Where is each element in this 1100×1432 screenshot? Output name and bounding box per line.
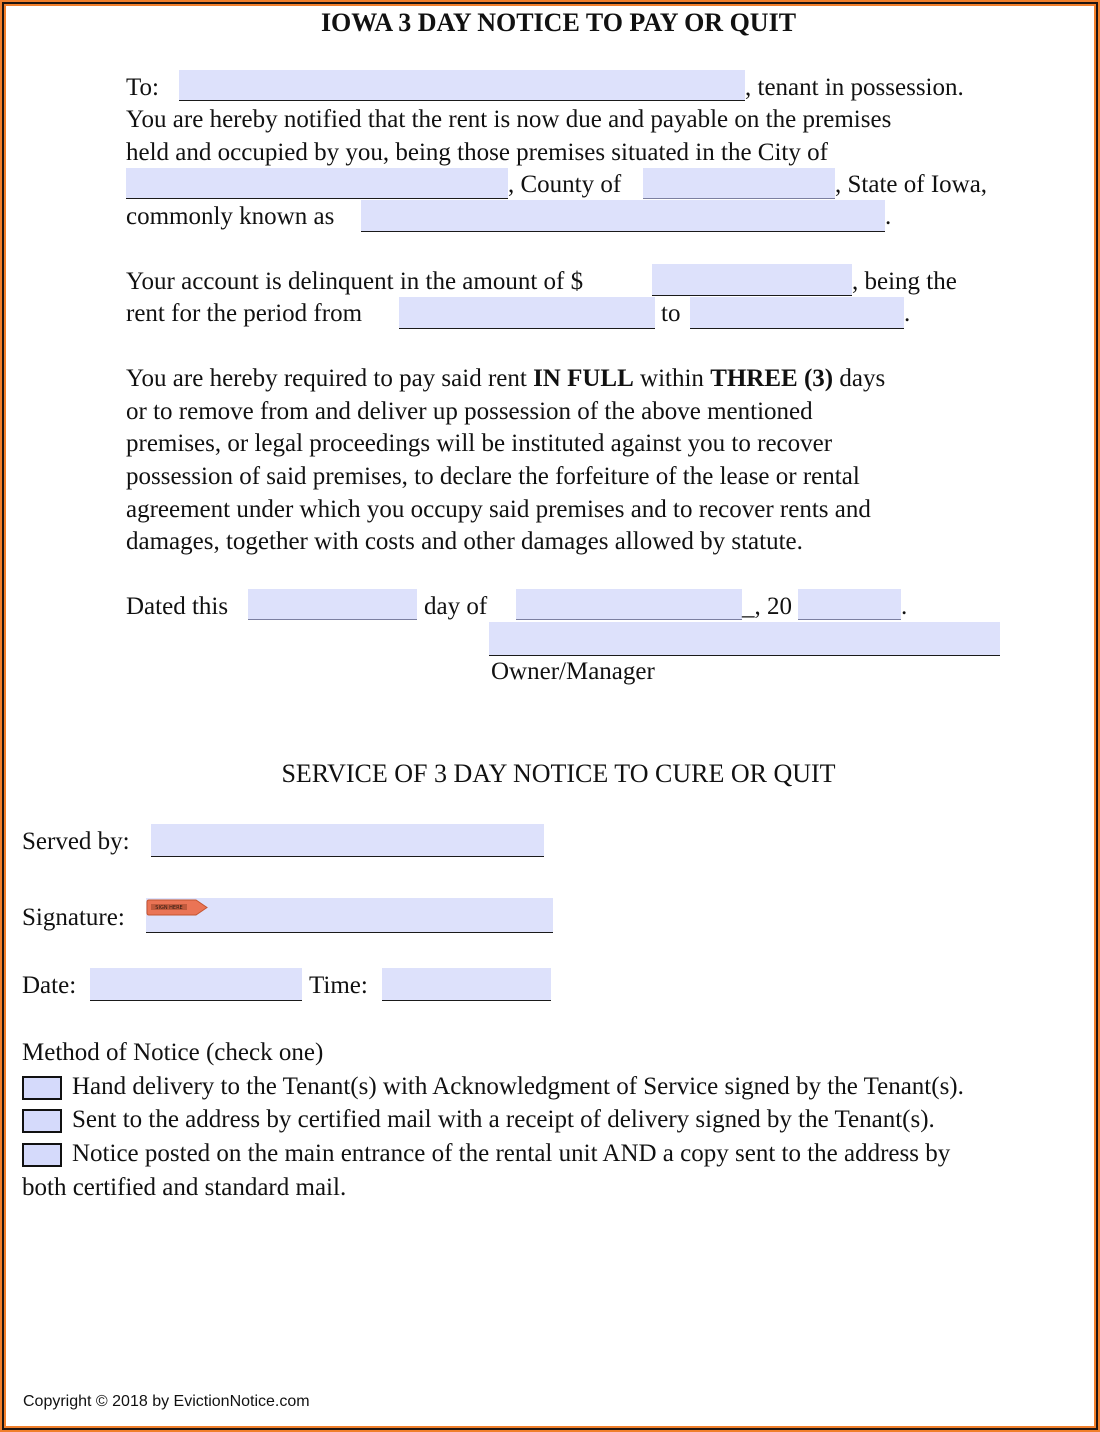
year-field[interactable] [798, 589, 901, 620]
method-hand-delivery-checkbox[interactable] [22, 1076, 62, 1100]
period-to-field[interactable] [690, 297, 904, 329]
requirement-line-1: You are hereby required to pay said rent… [126, 365, 886, 392]
being-the-text: , being the [852, 268, 957, 295]
method-label: Method of Notice (check one) [22, 1039, 324, 1066]
day-of-label: day of [424, 593, 488, 620]
requirement-line-2: or to remove from and deliver up possess… [126, 398, 813, 425]
owner-signature-field[interactable] [489, 622, 1000, 656]
notice-line-3: held and occupied by you, being those pr… [126, 139, 828, 166]
address-field[interactable] [361, 200, 885, 232]
county-label: , County of [508, 171, 622, 198]
method-posted-label-continued: both certified and standard mail. [22, 1174, 347, 1201]
dated-end: . [901, 593, 908, 620]
amount-field[interactable] [652, 264, 852, 296]
period-end: . [904, 300, 911, 327]
month-field[interactable] [516, 589, 742, 620]
day-field[interactable] [248, 589, 417, 620]
city-field[interactable] [126, 168, 508, 199]
service-title: SERVICE OF 3 DAY NOTICE TO CURE OR QUIT [281, 759, 836, 788]
requirement-line-4: possession of said premises, to declare … [126, 463, 860, 490]
dated-label: Dated this [126, 593, 229, 620]
requirement-line-6: damages, together with costs and other d… [126, 528, 803, 555]
copyright-notice: Copyright © 2018 by EvictionNotice.com [23, 1393, 310, 1410]
address-period: . [885, 203, 892, 230]
known-as-label: commonly known as [126, 203, 335, 230]
time-field[interactable] [382, 968, 551, 1001]
served-by-label: Served by: [22, 828, 130, 855]
year-prefix: _, 20 [742, 593, 792, 620]
county-field[interactable] [643, 168, 835, 199]
owner-manager-label: Owner/Manager [491, 658, 655, 685]
period-to-label: to [661, 300, 681, 327]
three-days-text: THREE (3) [710, 365, 834, 392]
sign-here-tag-text: SIGN HERE [155, 905, 182, 911]
method-certified-mail-checkbox[interactable] [22, 1109, 62, 1133]
in-full-text: IN FULL [533, 365, 634, 392]
time-label: Time: [309, 972, 368, 999]
method-certified-mail-label: Sent to the address by certified mail wi… [72, 1106, 935, 1133]
date-label: Date: [22, 972, 77, 999]
state-label: , State of Iowa, [835, 171, 988, 198]
signature-label: Signature: [22, 904, 125, 931]
period-from-field[interactable] [399, 297, 655, 329]
period-label: rent for the period from [126, 300, 363, 327]
notice-line-2: You are hereby notified that the rent is… [126, 106, 892, 133]
served-by-field[interactable] [151, 824, 544, 857]
to-label: To: [126, 74, 159, 101]
sign-here-tag-icon[interactable]: SIGN HERE [146, 899, 208, 916]
amount-label: Your account is delinquent in the amount… [126, 268, 584, 295]
tenant-suffix-text: , tenant in possession. [745, 74, 964, 101]
tenant-name-field[interactable] [179, 70, 745, 101]
document: IOWA 3 DAY NOTICE TO PAY OR QUIT To: , t… [0, 0, 1100, 1432]
document-title: IOWA 3 DAY NOTICE TO PAY OR QUIT [320, 8, 797, 37]
method-hand-delivery-label: Hand delivery to the Tenant(s) with Ackn… [72, 1073, 964, 1100]
method-posted-label: Notice posted on the main entrance of th… [72, 1140, 951, 1167]
requirement-line-5: agreement under which you occupy said pr… [126, 496, 871, 523]
requirement-line-3: premises, or legal proceedings will be i… [126, 430, 833, 457]
method-posted-checkbox[interactable] [22, 1143, 62, 1167]
date-field[interactable] [90, 968, 302, 1001]
